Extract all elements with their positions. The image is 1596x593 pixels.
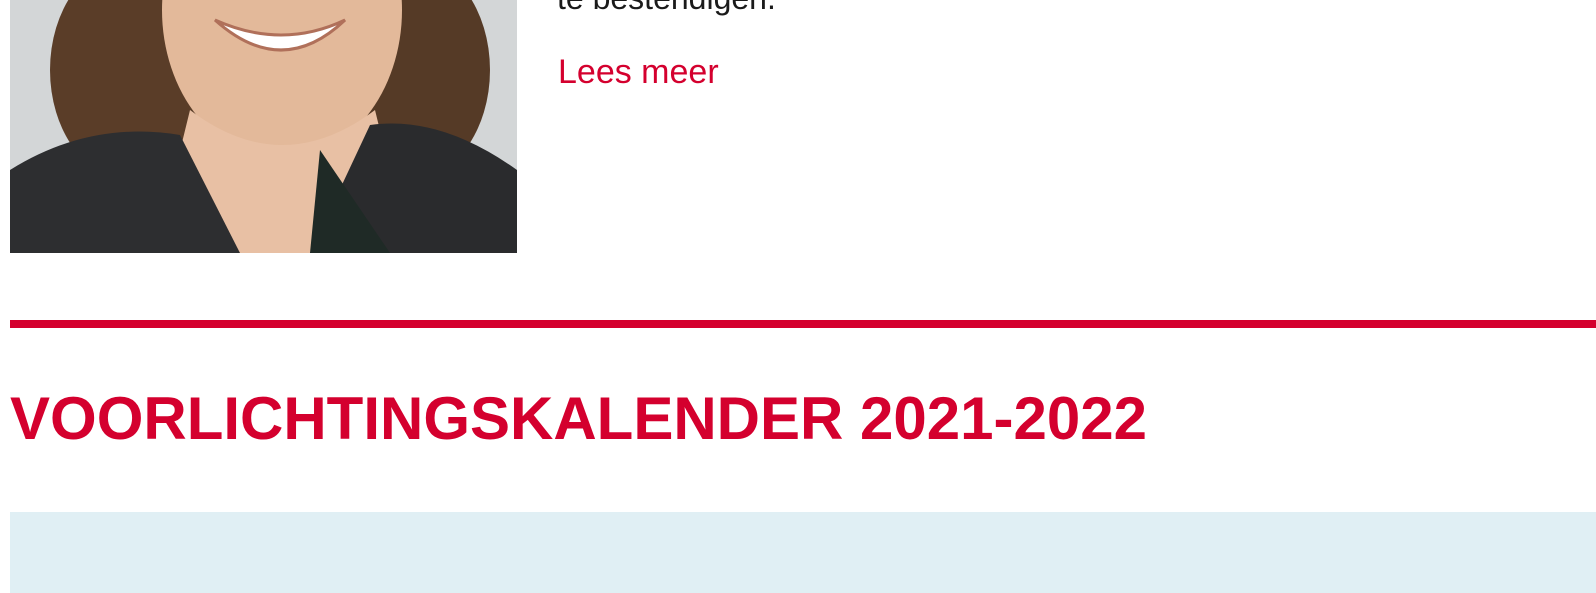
calendar-panel	[10, 512, 1596, 593]
article-excerpt-text: te bestendigen.	[557, 0, 776, 18]
portrait-illustration	[10, 0, 517, 253]
section-title: VOORLICHTINGSKALENDER 2021-2022	[10, 385, 1147, 452]
portrait-photo	[10, 0, 517, 253]
page: te bestendigen. Lees meer VOORLICHTINGSK…	[0, 0, 1596, 593]
section-divider	[10, 320, 1596, 328]
read-more-link[interactable]: Lees meer	[558, 52, 719, 92]
